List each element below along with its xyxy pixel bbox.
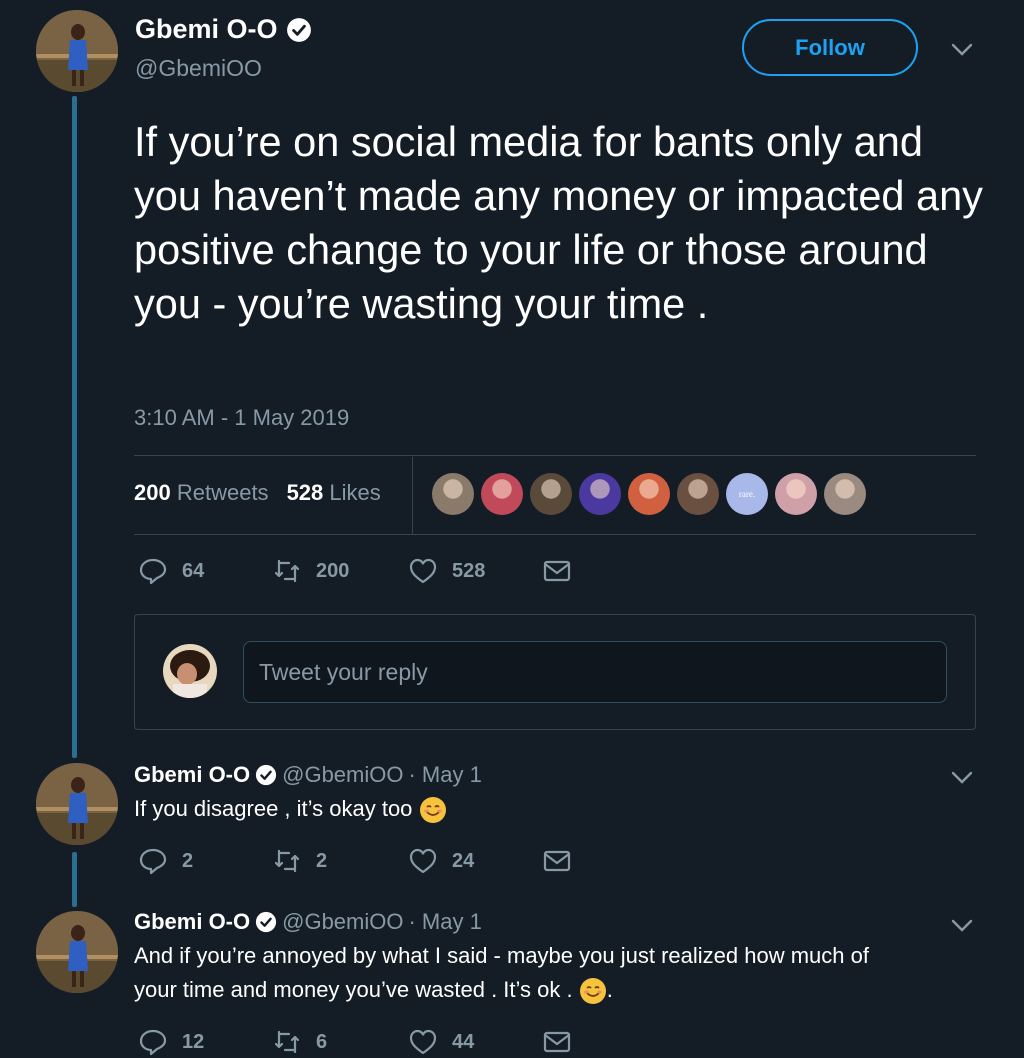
reply-action[interactable]: 64 (138, 556, 272, 586)
reply-2-header: Gbemi O-O @GbemiOO · May 1 (134, 909, 482, 935)
reply-input[interactable] (243, 641, 947, 703)
reply-icon (139, 848, 167, 875)
verified-icon (256, 911, 277, 933)
thread-line (72, 96, 77, 758)
reply-2-text-line2-row: your time and money you’ve wasted . It’s… (134, 973, 964, 1007)
divider-top (134, 455, 976, 456)
like-action[interactable]: 528 (408, 556, 542, 586)
reply-1-text: If you disagree , it’s okay too (134, 796, 413, 821)
author-name[interactable]: Gbemi O-O (135, 14, 278, 45)
reply-2-text-line1: And if you’re annoyed by what I said - m… (134, 943, 869, 968)
likes-stat[interactable]: 528 Likes (287, 480, 381, 506)
stats-divider (412, 457, 413, 534)
liker-avatar[interactable] (530, 473, 572, 515)
reply-icon (139, 1029, 167, 1056)
liker-avatar[interactable] (628, 473, 670, 515)
reply-2-avatar[interactable] (36, 911, 118, 993)
envelope-icon (543, 560, 571, 582)
current-user-avatar (163, 644, 217, 698)
reply-count: 64 (182, 559, 205, 582)
liker-avatar[interactable] (481, 473, 523, 515)
author-avatar[interactable] (36, 10, 118, 92)
liker-avatar[interactable]: rare. (726, 473, 768, 515)
reply-2-handle[interactable]: @GbemiOO (282, 909, 403, 935)
retweet-icon (274, 1030, 300, 1054)
reply-count: 12 (182, 1030, 205, 1053)
smiling-face-emoji-icon (419, 797, 446, 824)
reply-2-actions: 12 6 44 (138, 1027, 572, 1057)
like-count: 528 (452, 559, 486, 582)
liker-avatar[interactable] (824, 473, 866, 515)
verified-icon (256, 764, 277, 786)
retweet-action[interactable]: 200 (272, 556, 408, 586)
liker-avatar[interactable] (579, 473, 621, 515)
retweet-count: 6 (316, 1030, 328, 1053)
reply-1-date[interactable]: · May 1 (408, 762, 481, 788)
like-action[interactable]: 24 (408, 846, 542, 876)
reply-1-actions: 2 2 24 (138, 846, 572, 876)
tweet-timestamp[interactable]: 3:10 AM - 1 May 2019 (134, 405, 349, 431)
retweet-icon (274, 849, 300, 873)
author-handle[interactable]: @GbemiOO (135, 55, 262, 82)
retweets-stat[interactable]: 200 Retweets (134, 480, 269, 506)
envelope-icon (543, 850, 571, 872)
reply-count: 2 (182, 849, 194, 872)
reply-1-handle[interactable]: @GbemiOO (282, 762, 403, 788)
retweet-action[interactable]: 2 (272, 846, 408, 876)
dm-action[interactable] (542, 846, 572, 876)
heart-icon (409, 1029, 437, 1055)
chevron-down-icon[interactable] (950, 918, 974, 934)
smiling-face-emoji-icon (579, 978, 606, 1005)
follow-button[interactable]: Follow (742, 19, 918, 76)
envelope-icon (543, 1031, 571, 1053)
reply-2-text-line2: your time and money you’ve wasted . It’s… (134, 977, 573, 1002)
liker-avatar[interactable] (677, 473, 719, 515)
retweet-count: 200 (316, 559, 350, 582)
reply-1-author-name[interactable]: Gbemi O-O (134, 762, 250, 788)
liker-avatar[interactable] (432, 473, 474, 515)
like-count: 44 (452, 1030, 475, 1053)
dm-action[interactable] (542, 556, 572, 586)
divider-bottom (134, 534, 976, 535)
reply-icon (139, 558, 167, 585)
reply-2-text-block: And if you’re annoyed by what I said - m… (134, 939, 964, 1007)
reply-2-text-suffix: . (606, 977, 613, 1002)
author-name-row[interactable]: Gbemi O-O (135, 14, 312, 45)
reply-2-date[interactable]: · May 1 (408, 909, 481, 935)
dm-action[interactable] (542, 1027, 572, 1057)
reply-action[interactable]: 2 (138, 846, 272, 876)
heart-icon (409, 848, 437, 874)
verified-icon (286, 17, 311, 42)
heart-icon (409, 558, 437, 584)
reply-action[interactable]: 12 (138, 1027, 272, 1057)
tweet-actions: 64 200 528 (138, 556, 572, 586)
thread-line-2 (72, 852, 77, 907)
retweet-icon (274, 559, 300, 583)
like-action[interactable]: 44 (408, 1027, 542, 1057)
reply-1-avatar[interactable] (36, 763, 118, 845)
engagement-stats: 200 Retweets 528 Likes (134, 480, 381, 506)
liker-avatar[interactable] (775, 473, 817, 515)
reply-1-header: Gbemi O-O @GbemiOO · May 1 (134, 762, 482, 788)
retweet-count: 2 (316, 849, 328, 872)
reply-2-author-name[interactable]: Gbemi O-O (134, 909, 250, 935)
likers-avatars: rare. (432, 473, 866, 515)
reply-1-text-row: If you disagree , it’s okay too (134, 792, 964, 826)
liker-avatar-text: rare. (738, 489, 756, 499)
like-count: 24 (452, 849, 475, 872)
retweet-action[interactable]: 6 (272, 1027, 408, 1057)
tweet-text: If you’re on social media for bants only… (134, 118, 983, 327)
chevron-down-icon[interactable] (950, 42, 974, 58)
chevron-down-icon[interactable] (950, 770, 974, 786)
